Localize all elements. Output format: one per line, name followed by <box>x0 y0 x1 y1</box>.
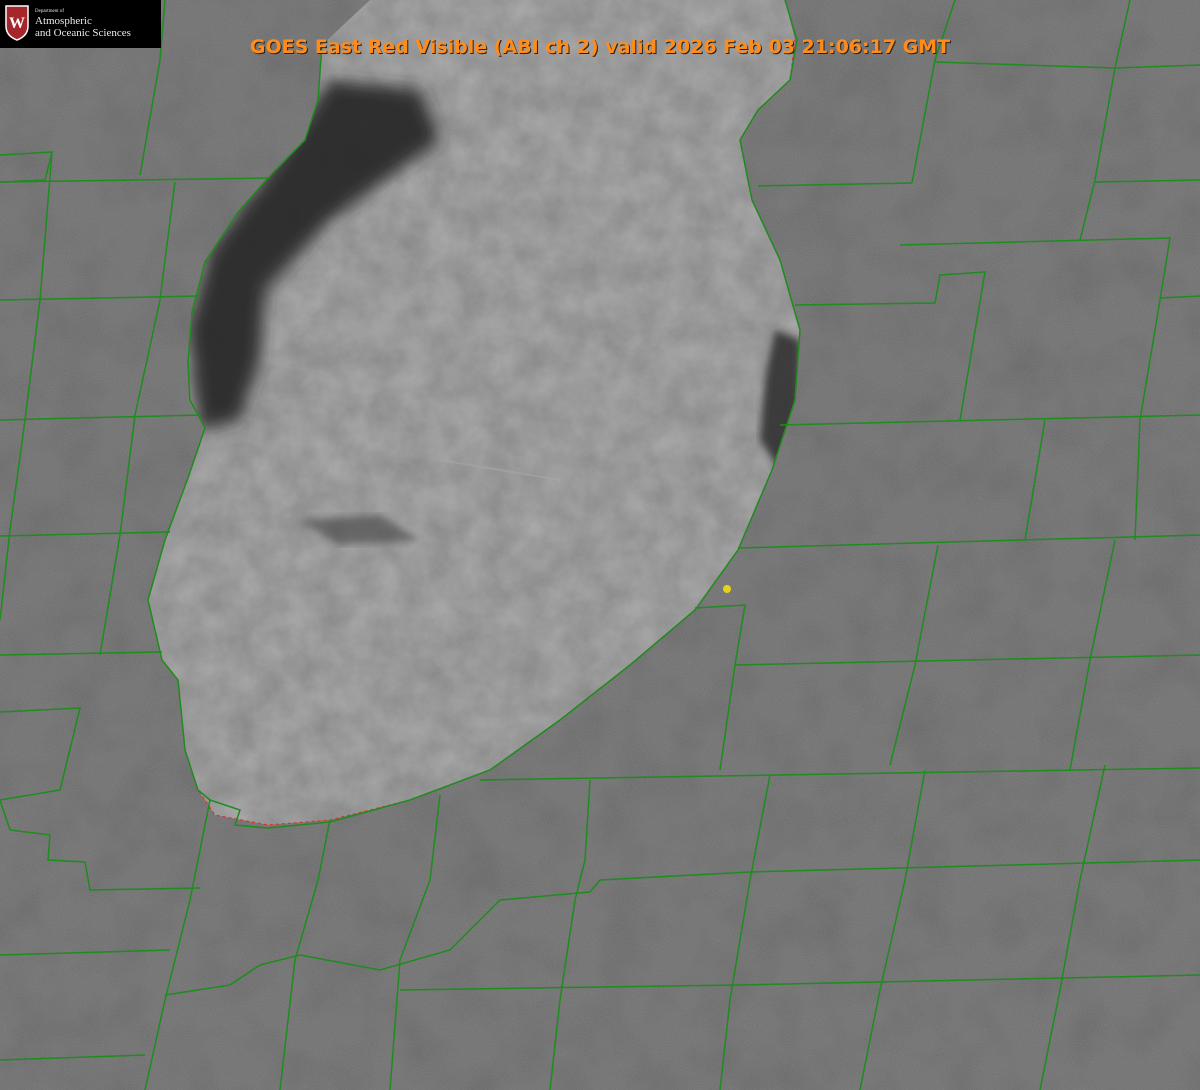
image-title: GOES East Red Visible (ABI ch 2) valid 2… <box>249 36 951 58</box>
location-marker <box>723 585 731 593</box>
satellite-map <box>0 0 1200 1090</box>
svg-text:W: W <box>9 15 25 32</box>
logo-line-1: Atmospheric <box>35 15 92 27</box>
